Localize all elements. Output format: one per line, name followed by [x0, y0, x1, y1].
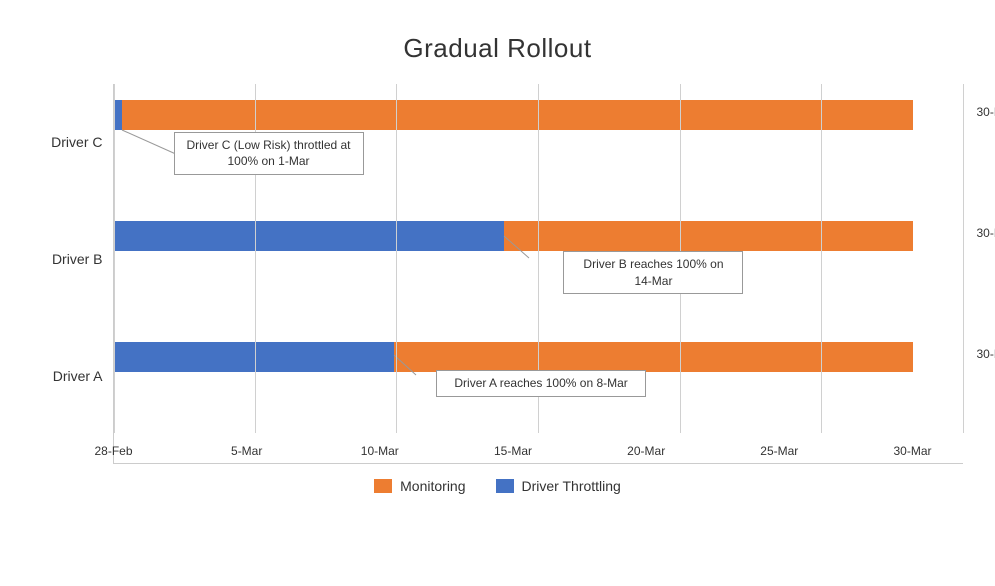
x-label-10mar: 10-Mar — [361, 444, 399, 458]
grid-line-7 — [963, 84, 964, 433]
x-axis: 28-Feb 5-Mar 10-Mar 15-Mar 20-Mar 25-Mar… — [114, 435, 913, 463]
grid-line-3 — [396, 84, 397, 433]
annotation-driver-b: Driver B reaches 100% on14-Mar — [563, 251, 743, 295]
chart-area: Driver C Driver B Driver A 30-Mar Driver… — [33, 84, 963, 464]
annotation-driver-a: Driver A reaches 100% on 8-Mar — [436, 370, 646, 397]
chart-legend: Monitoring Driver Throttling — [33, 478, 963, 494]
y-axis: Driver C Driver B Driver A — [33, 84, 113, 464]
grid-line-1 — [114, 84, 115, 433]
end-label-driver-b: 30-Mar — [976, 226, 995, 240]
chart-plot: 30-Mar Driver C (Low Risk) throttled at1… — [113, 84, 963, 464]
x-label-5mar: 5-Mar — [231, 444, 262, 458]
y-label-driver-b: Driver B — [33, 201, 103, 318]
legend-swatch-throttling — [496, 479, 514, 493]
bar-blue-driver-a — [114, 342, 394, 372]
end-label-driver-c: 30-Mar — [976, 105, 995, 119]
x-label-20mar: 20-Mar — [627, 444, 665, 458]
bar-blue-driver-c — [114, 100, 122, 130]
x-label-30mar: 30-Mar — [893, 444, 931, 458]
grid-line-6 — [821, 84, 822, 433]
y-label-driver-c: Driver C — [33, 84, 103, 201]
legend-driver-throttling: Driver Throttling — [496, 478, 621, 494]
legend-swatch-monitoring — [374, 479, 392, 493]
legend-label-monitoring: Monitoring — [400, 478, 465, 494]
bar-blue-driver-b — [114, 221, 505, 251]
annotation-driver-c: Driver C (Low Risk) throttled at100% on … — [174, 132, 364, 176]
y-label-driver-a: Driver A — [33, 317, 103, 434]
legend-label-throttling: Driver Throttling — [522, 478, 621, 494]
legend-monitoring: Monitoring — [374, 478, 465, 494]
bar-orange-driver-c — [114, 100, 913, 130]
x-label-15mar: 15-Mar — [494, 444, 532, 458]
x-label-28feb: 28-Feb — [94, 444, 132, 458]
x-label-25mar: 25-Mar — [760, 444, 798, 458]
chart-title: Gradual Rollout — [33, 33, 963, 64]
chart-container: Gradual Rollout Driver C Driver B Driver… — [13, 13, 983, 573]
end-label-driver-a: 30-Mar — [976, 347, 995, 361]
